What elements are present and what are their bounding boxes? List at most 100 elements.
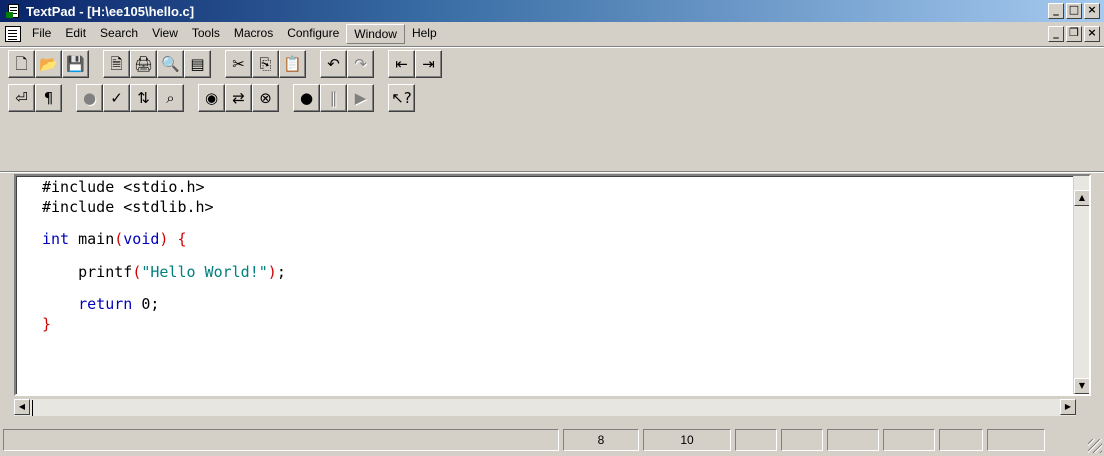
- scroll-left-button[interactable]: ◀: [14, 399, 30, 415]
- menu-configure[interactable]: Configure: [280, 24, 346, 44]
- copy-button[interactable]: ⎘: [252, 50, 279, 78]
- play-macro-button[interactable]: ▶: [347, 84, 374, 112]
- find-binoculars-icon: ⊗: [259, 88, 272, 107]
- doc-restore-button[interactable]: ❐: [1066, 26, 1082, 42]
- menu-macros[interactable]: Macros: [227, 24, 280, 44]
- toolbar1-group: ↶ ↷: [320, 50, 374, 78]
- find-preview-button[interactable]: 🔍: [157, 50, 184, 78]
- code-line[interactable]: }: [42, 315, 286, 335]
- menu-window[interactable]: Window: [346, 24, 405, 44]
- tools-toolbar: ⏎ ¶ ● ✓ ⇅ ⌕ ◉ ⇄ ⊗ ● ‖ ▶ ↖?: [8, 81, 429, 115]
- document-properties-button[interactable]: ▤: [184, 50, 211, 78]
- cut-icon: ✂: [232, 54, 245, 73]
- status-pane-6: [987, 429, 1045, 451]
- menu-search[interactable]: Search: [93, 24, 145, 44]
- maximize-button[interactable]: □: [1066, 3, 1082, 19]
- code-line[interactable]: [42, 282, 286, 295]
- status-line-number: 8: [563, 429, 639, 451]
- menu-tools[interactable]: Tools: [185, 24, 227, 44]
- view-in-browser-icon: ◉: [204, 88, 219, 107]
- print-icon: 🗎: [110, 54, 123, 73]
- open-button[interactable]: 📂: [35, 50, 62, 78]
- close-button[interactable]: ×: [1084, 3, 1100, 19]
- toolbar2-group: ◉ ⇄ ⊗: [198, 84, 279, 112]
- minimize-button[interactable]: _: [1048, 3, 1064, 19]
- redo-button[interactable]: ↷: [347, 50, 374, 78]
- spell-check-button[interactable]: ✓: [103, 84, 130, 112]
- print-button[interactable]: 🗎: [103, 50, 130, 78]
- context-help-button[interactable]: ↖?: [388, 84, 415, 112]
- menu-file[interactable]: File: [25, 24, 58, 44]
- save-icon: 💾: [66, 54, 85, 73]
- textpad-app-icon[interactable]: [6, 3, 22, 19]
- record-macro-button[interactable]: ●: [293, 84, 320, 112]
- pause-macro-icon: ‖: [329, 88, 338, 107]
- new-icon: 🗋: [15, 54, 28, 73]
- doc-minimize-button[interactable]: _: [1048, 26, 1064, 42]
- code-line[interactable]: [42, 250, 286, 263]
- scroll-thumb[interactable]: [32, 400, 33, 416]
- context-help-icon: ↖?: [391, 88, 412, 107]
- new-button[interactable]: 🗋: [8, 50, 35, 78]
- menu-view[interactable]: View: [145, 24, 185, 44]
- status-pane-4: [883, 429, 935, 451]
- save-button[interactable]: 💾: [62, 50, 89, 78]
- decrease-indent-icon: ⇤: [395, 54, 408, 73]
- code-line[interactable]: #include <stdlib.h>: [42, 198, 286, 218]
- menu-help[interactable]: Help: [405, 24, 444, 44]
- sort-icon: ⇅: [137, 88, 150, 107]
- toolbar1-group: 🗎 🖨 🔍 ▤: [103, 50, 211, 78]
- print-preview-button[interactable]: 🖨: [130, 50, 157, 78]
- undo-icon: ↶: [327, 54, 340, 73]
- undo-button[interactable]: ↶: [320, 50, 347, 78]
- document-icon[interactable]: [5, 26, 21, 42]
- code-line[interactable]: int main(void) {: [42, 230, 286, 250]
- find-binoculars-button[interactable]: ⊗: [252, 84, 279, 112]
- paste-button[interactable]: 📋: [279, 50, 306, 78]
- spell-check-icon: ✓: [110, 88, 123, 107]
- pause-macro-button[interactable]: ‖: [320, 84, 347, 112]
- standard-toolbar: 🗋 📂 💾 🗎 🖨 🔍 ▤ ✂ ⎘ 📋 ↶ ↷ ⇤ ⇥: [8, 47, 456, 81]
- vertical-scrollbar[interactable]: ▲ ▼: [1073, 176, 1089, 394]
- record-macro-icon: ●: [299, 88, 314, 107]
- status-pane-5: [939, 429, 983, 451]
- code-text[interactable]: #include <stdio.h> #include <stdlib.h> in…: [42, 178, 286, 334]
- toolbar1-group: ✂ ⎘ 📋: [225, 50, 306, 78]
- document-properties-icon: ▤: [190, 54, 205, 73]
- doc-close-button[interactable]: ×: [1084, 26, 1100, 42]
- menu-edit[interactable]: Edit: [58, 24, 93, 44]
- redo-icon: ↷: [354, 54, 367, 73]
- editor-pane[interactable]: #include <stdio.h> #include <stdlib.h> in…: [14, 174, 1091, 396]
- copy-icon: ⎘: [259, 54, 272, 73]
- horizontal-scrollbar[interactable]: ◀ ▶: [14, 398, 1076, 416]
- code-line[interactable]: [42, 217, 286, 230]
- increase-indent-button[interactable]: ⇥: [415, 50, 442, 78]
- status-pane-3: [827, 429, 879, 451]
- view-in-browser-button[interactable]: ◉: [198, 84, 225, 112]
- find-in-files-icon: ⌕: [166, 88, 175, 107]
- spell-check-disabled-icon: ●: [82, 88, 97, 107]
- toolbar1-group: 🗋 📂 💾: [8, 50, 89, 78]
- visible-spaces-button[interactable]: ¶: [35, 84, 62, 112]
- decrease-indent-button[interactable]: ⇤: [388, 50, 415, 78]
- resize-grip[interactable]: [1088, 439, 1102, 453]
- scroll-down-button[interactable]: ▼: [1074, 378, 1089, 394]
- word-wrap-button[interactable]: ⏎: [8, 84, 35, 112]
- find-replace-button[interactable]: ⇄: [225, 84, 252, 112]
- title-bar[interactable]: TextPad - [H:\ee105\hello.c] _ □ ×: [0, 0, 1104, 22]
- code-line[interactable]: return 0;: [42, 295, 286, 315]
- open-icon: 📂: [39, 54, 58, 73]
- code-line[interactable]: printf("Hello World!");: [42, 263, 286, 283]
- window-title: TextPad - [H:\ee105\hello.c]: [26, 3, 195, 19]
- find-preview-icon: 🔍: [161, 54, 180, 73]
- sort-button[interactable]: ⇅: [130, 84, 157, 112]
- scroll-up-button[interactable]: ▲: [1074, 190, 1089, 206]
- spell-check-disabled-button[interactable]: ●: [76, 84, 103, 112]
- toolbar1-group: ⇤ ⇥: [388, 50, 442, 78]
- scroll-right-button[interactable]: ▶: [1060, 399, 1076, 415]
- cut-button[interactable]: ✂: [225, 50, 252, 78]
- play-macro-icon: ▶: [354, 88, 367, 107]
- toolbar2-group: ● ‖ ▶: [293, 84, 374, 112]
- code-line[interactable]: #include <stdio.h>: [42, 178, 286, 198]
- find-in-files-button[interactable]: ⌕: [157, 84, 184, 112]
